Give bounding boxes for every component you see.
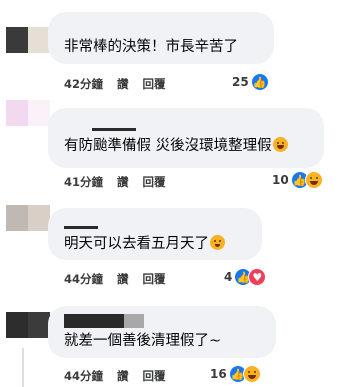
comment-bubble: 明天可以去看五月天了 — [48, 208, 262, 260]
comment-meta: 44分鐘 讚 回覆 — [64, 271, 166, 287]
avatar[interactable] — [6, 312, 50, 338]
comment-bubble: 就差一個善後清理假了~ — [48, 306, 276, 358]
comment-bubble: 有防颱準備假 災後沒環境整理假 — [48, 108, 324, 168]
reaction-count: 10 — [272, 173, 289, 187]
reply-link[interactable]: 回覆 — [143, 174, 166, 190]
crying-face-emoji — [210, 235, 225, 250]
avatar[interactable] — [6, 27, 50, 53]
reaction-count: 25 — [232, 75, 249, 89]
haha-icon — [242, 365, 261, 383]
reaction-summary[interactable]: 25 👍 — [232, 73, 269, 91]
reply-link[interactable]: 回覆 — [143, 271, 166, 287]
comment-text: 明天可以去看五月天了 — [64, 235, 225, 253]
like-link[interactable]: 讚 — [117, 174, 129, 190]
comment-time[interactable]: 44分鐘 — [64, 271, 103, 287]
reaction-summary[interactable]: 4 👍 ♥ — [224, 268, 267, 286]
comment-text: 非常棒的決策！市長辛苦了 — [64, 39, 238, 55]
like-link[interactable]: 讚 — [117, 368, 129, 384]
haha-icon — [304, 171, 323, 189]
comment-text: 有防颱準備假 災後沒環境整理假 — [64, 137, 288, 155]
reply-link[interactable]: 回覆 — [143, 76, 166, 92]
like-link[interactable]: 讚 — [117, 271, 129, 287]
redacted-name — [92, 128, 136, 131]
reaction-count: 16 — [210, 367, 227, 381]
reply-link[interactable]: 回覆 — [143, 368, 166, 384]
reaction-summary[interactable]: 10 👍 — [272, 171, 323, 189]
avatar[interactable] — [6, 100, 50, 126]
comment-text: 就差一個善後清理假了~ — [64, 333, 222, 349]
redacted-name — [64, 226, 98, 229]
rolling-laughing-emoji — [272, 137, 288, 152]
avatar[interactable] — [6, 205, 50, 231]
reply-thread-line — [22, 348, 24, 387]
reaction-summary[interactable]: 16 👍 — [210, 365, 261, 383]
comment-time[interactable]: 42分鐘 — [64, 76, 103, 92]
comment-meta: 44分鐘 讚 回覆 — [64, 368, 166, 384]
comment-meta: 42分鐘 讚 回覆 — [64, 76, 166, 92]
like-link[interactable]: 讚 — [117, 76, 129, 92]
like-icon: 👍 — [250, 73, 269, 91]
comment-time[interactable]: 44分鐘 — [64, 368, 103, 384]
redacted-name — [124, 314, 144, 328]
love-icon: ♥ — [248, 268, 267, 286]
reaction-count: 4 — [224, 270, 233, 284]
comment-bubble: 非常棒的決策！市長辛苦了 — [48, 12, 274, 64]
redacted-name — [64, 314, 124, 328]
comment-meta: 41分鐘 讚 回覆 — [64, 174, 166, 190]
comment-time[interactable]: 41分鐘 — [64, 174, 103, 190]
